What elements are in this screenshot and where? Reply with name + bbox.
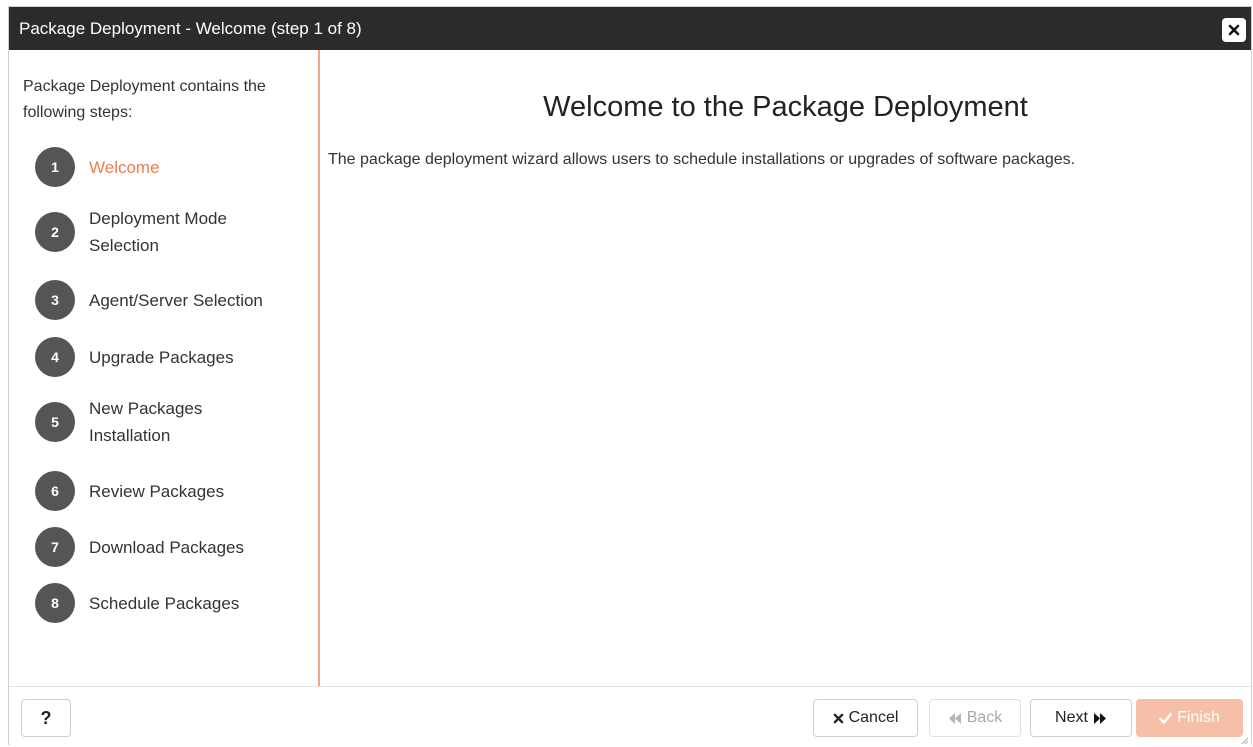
step-number: 4: [35, 337, 75, 377]
step-label: Review Packages: [89, 481, 225, 501]
step-number: 6: [35, 471, 75, 511]
fast-forward-icon: [1093, 712, 1106, 724]
close-icon: [833, 713, 843, 723]
resize-grip-icon[interactable]: [1241, 737, 1249, 745]
step-label: Download Packages: [89, 537, 244, 557]
next-label: Next: [1055, 709, 1088, 726]
back-label: Back: [966, 709, 1003, 726]
step-number: 7: [35, 527, 75, 567]
dialog-title: Package Deployment - Welcome (step 1 of …: [19, 19, 362, 38]
back-button[interactable]: Back: [929, 699, 1021, 737]
page-title: Welcome to the Package Deployment: [543, 91, 1028, 123]
step-upgrade-packages[interactable]: 4 Upgrade Packages: [35, 337, 289, 377]
step-label: Upgrade Packages: [89, 347, 234, 367]
welcome-description: The package deployment wizard allows use…: [328, 151, 1076, 168]
finish-button[interactable]: Finish: [1136, 699, 1243, 737]
cancel-label: Cancel: [848, 709, 899, 726]
help-button[interactable]: ?: [21, 699, 71, 737]
steps-intro: Package Deployment contains the followin…: [23, 78, 266, 121]
step-deployment-mode-selection[interactable]: 2 Deployment Mode Selection: [35, 205, 289, 259]
step-number: 8: [35, 583, 75, 623]
close-button[interactable]: [1222, 18, 1246, 42]
step-new-packages-installation[interactable]: 5 New Packages Installation: [35, 395, 239, 449]
step-agent-server-selection[interactable]: 3 Agent/Server Selection: [35, 280, 309, 320]
step-label: New Packages Installation: [89, 399, 203, 445]
cancel-button[interactable]: Cancel: [813, 699, 918, 737]
help-label: ?: [40, 707, 52, 728]
dialog-footer: ? Cancel Back Next Finish: [9, 686, 1251, 747]
step-download-packages[interactable]: 7 Download Packages: [35, 527, 289, 567]
step-welcome[interactable]: 1 Welcome: [35, 147, 289, 187]
step-label: Schedule Packages: [89, 593, 240, 613]
step-number: 1: [35, 147, 75, 187]
package-deployment-dialog: Package Deployment - Welcome (step 1 of …: [8, 6, 1252, 747]
finish-label: Finish: [1177, 709, 1220, 726]
step-number: 3: [35, 280, 75, 320]
next-button[interactable]: Next: [1030, 699, 1132, 737]
step-label: Welcome: [89, 157, 160, 177]
step-number: 2: [35, 212, 75, 252]
step-label: Agent/Server Selection: [89, 290, 263, 310]
step-label: Deployment Mode Selection: [89, 209, 227, 255]
checkmark-icon: [1159, 712, 1172, 724]
steps-sidebar: Package Deployment contains the followin…: [9, 50, 320, 686]
step-review-packages[interactable]: 6 Review Packages: [35, 471, 289, 511]
close-icon: [1228, 24, 1240, 36]
step-number: 5: [35, 402, 75, 442]
title-bar[interactable]: Package Deployment - Welcome (step 1 of …: [9, 7, 1251, 50]
welcome-panel: Welcome to the Package Deployment The pa…: [320, 50, 1251, 686]
step-schedule-packages[interactable]: 8 Schedule Packages: [35, 583, 289, 623]
fast-backward-icon: [948, 712, 961, 724]
